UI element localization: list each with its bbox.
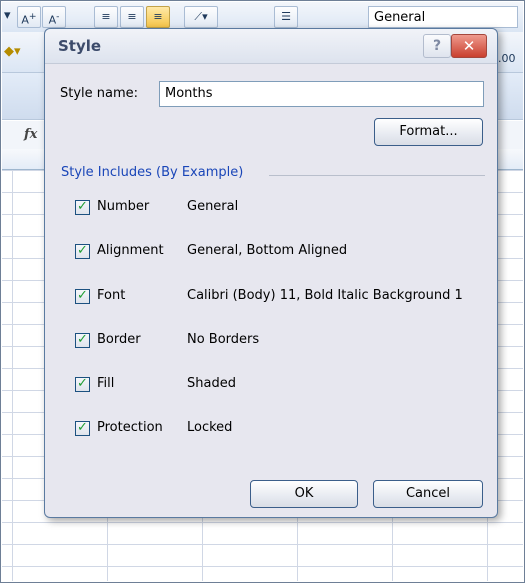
- style-includes-group-label: Style Includes (By Example): [61, 165, 244, 180]
- alignment-label: Alignment: [97, 243, 164, 258]
- border-label: Border: [97, 332, 141, 347]
- number-value: General: [187, 199, 239, 214]
- decrease-decimal-icon[interactable]: .00: [498, 52, 516, 65]
- fill-value: Shaded: [187, 376, 236, 391]
- help-button[interactable]: ?: [423, 34, 451, 58]
- ok-button[interactable]: OK: [250, 480, 358, 508]
- protection-checkbox[interactable]: ✓: [75, 421, 90, 436]
- fill-checkbox[interactable]: ✓: [75, 377, 90, 392]
- align-middle-icon[interactable]: ≡: [120, 6, 144, 28]
- orientation-icon[interactable]: ⟋▾: [184, 6, 218, 28]
- format-button[interactable]: Format...: [374, 118, 483, 146]
- protection-value: Locked: [187, 420, 233, 435]
- number-checkbox[interactable]: ✓: [75, 200, 90, 215]
- shrink-font-icon[interactable]: A-: [42, 6, 66, 28]
- number-label: Number: [97, 199, 150, 214]
- alignment-value: General, Bottom Aligned: [187, 243, 348, 258]
- fill-color-icon[interactable]: ◆▾: [4, 44, 21, 59]
- align-bottom-icon[interactable]: ≡: [146, 6, 170, 28]
- font-checkbox[interactable]: ✓: [75, 289, 90, 304]
- dialog-titlebar[interactable]: Style ? ✕: [45, 29, 497, 64]
- font-label: Font: [97, 288, 126, 303]
- wrap-text-icon[interactable]: ☰: [274, 6, 298, 28]
- style-dialog: Style ? ✕ Style name: Months Format... S…: [44, 28, 498, 518]
- style-name-label: Style name:: [60, 86, 139, 101]
- close-button[interactable]: ✕: [451, 34, 487, 58]
- font-value: Calibri (Body) 11, Bold Italic Backgroun…: [187, 288, 463, 303]
- style-name-input[interactable]: Months: [159, 81, 484, 107]
- number-format-box[interactable]: General: [368, 6, 518, 28]
- protection-label: Protection: [97, 420, 163, 435]
- dialog-title: Style: [58, 37, 102, 55]
- alignment-checkbox[interactable]: ✓: [75, 244, 90, 259]
- grow-font-icon[interactable]: A+: [17, 6, 41, 28]
- dropdown-arrow-icon[interactable]: ▾: [4, 8, 11, 23]
- border-checkbox[interactable]: ✓: [75, 333, 90, 348]
- border-value: No Borders: [187, 332, 260, 347]
- fill-label: Fill: [97, 376, 115, 391]
- group-divider: [269, 175, 485, 176]
- cancel-button[interactable]: Cancel: [373, 480, 483, 508]
- align-top-icon[interactable]: ≡: [94, 6, 118, 28]
- fx-icon[interactable]: fx: [24, 127, 37, 142]
